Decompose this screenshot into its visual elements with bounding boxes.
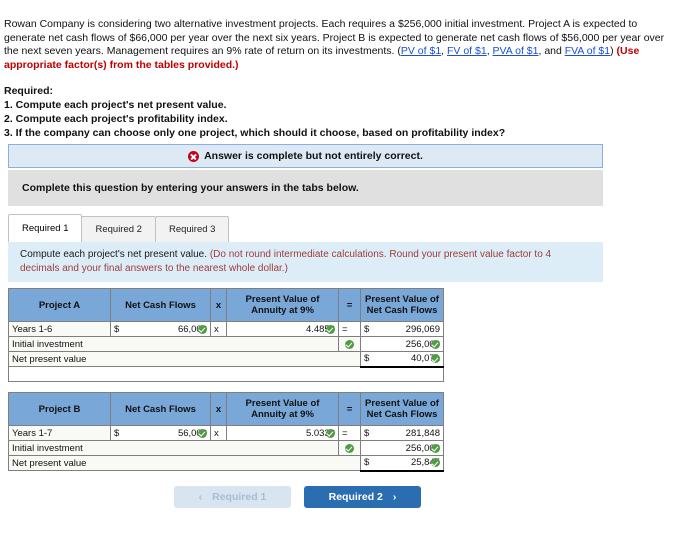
cell-equals-operator: = [338, 321, 361, 337]
currency-symbol: $ [364, 323, 370, 335]
row-label-years: Years 1-7 [8, 425, 111, 441]
cell-times-operator: x [210, 321, 227, 337]
pv-net-cash-flows-value: 281,848 [405, 427, 440, 439]
answer-status-banner: Answer is complete but not entirely corr… [8, 144, 603, 168]
required-list: Required: 1. Compute each project's net … [4, 84, 670, 140]
currency-symbol: $ [364, 457, 370, 469]
correct-check-icon [431, 443, 440, 453]
cell-times-operator: x [210, 425, 227, 441]
table-row: Years 1-7 $56,000 x 5.0330 = $281,848 [8, 425, 444, 441]
header-times: x [210, 392, 227, 426]
tab-required-2-label: Required 2 [95, 224, 142, 235]
instruction-band-text: Complete this question by entering your … [22, 182, 359, 194]
header-times: x [210, 288, 227, 322]
instruction-band: Complete this question by entering your … [8, 170, 603, 206]
table-row: Net present value $40,071 [8, 351, 444, 368]
project-b-table: Project B Net Cash Flows x Present Value… [8, 392, 444, 472]
tab-required-1-label: Required 1 [22, 223, 69, 234]
required-item-1: 1. Compute each project's net present va… [4, 99, 227, 111]
cell-initial-investment-value[interactable]: 256,000 [360, 440, 444, 456]
tab-required-2[interactable]: Required 2 [81, 216, 156, 242]
cell-equals-operator: = [338, 425, 361, 441]
required-item-3: 3. If the company can choose only one pr… [4, 127, 506, 139]
next-required-label: Required 2 [328, 491, 383, 503]
table-header-row: Project B Net Cash Flows x Present Value… [8, 392, 444, 426]
cell-initial-investment-value[interactable]: 256,000 [360, 336, 444, 352]
answer-status-text: Answer is complete but not entirely corr… [204, 150, 423, 162]
cell-initial-investment-status [338, 440, 361, 456]
cell-net-cash-flows[interactable]: $56,000 [110, 425, 211, 441]
cell-initial-investment-status [338, 336, 361, 352]
tab-instructions: Compute each project's net present value… [8, 242, 603, 282]
header-project-a: Project A [8, 288, 111, 322]
row-label-initial-investment: Initial investment [8, 336, 339, 352]
chevron-right-icon: › [392, 491, 397, 503]
previous-required-label: Required 1 [212, 491, 267, 503]
problem-statement: Rowan Company is considering two alterna… [4, 18, 670, 72]
correct-check-icon [198, 324, 207, 334]
correct-check-icon [326, 324, 335, 334]
tab-required-3-label: Required 3 [168, 224, 216, 235]
correct-check-icon [345, 339, 354, 349]
link-pv-of-1[interactable]: PV of $1 [401, 45, 441, 57]
header-project-b: Project B [8, 392, 111, 426]
tab-required-1[interactable]: Required 1 [8, 214, 83, 242]
link-pva-of-1[interactable]: PVA of $1 [493, 45, 539, 57]
header-pv-annuity: Present Value of Annuity at 9% [226, 288, 339, 322]
row-label-initial-investment: Initial investment [8, 440, 339, 456]
correct-check-icon [345, 443, 354, 453]
cell-pv-annuity-factor[interactable]: 5.0330 [226, 425, 339, 441]
header-pv-net-cash-flows: Present Value of Net Cash Flows [360, 392, 444, 426]
currency-symbol: $ [364, 353, 370, 365]
currency-symbol: $ [114, 427, 120, 439]
table-row: Net present value $25,845 [8, 455, 444, 472]
required-heading: Required: [4, 85, 54, 97]
table-row: Initial investment 256,000 [8, 336, 444, 352]
table-row: Years 1-6 $66,000 x 4.4859 = $296,069 [8, 321, 444, 337]
question-page: Rowan Company is considering two alterna… [0, 0, 678, 547]
header-net-cash-flows: Net Cash Flows [110, 288, 211, 322]
correct-check-icon [326, 428, 335, 438]
currency-symbol: $ [364, 427, 370, 439]
tab-required-3[interactable]: Required 3 [154, 216, 230, 242]
link-fva-of-1[interactable]: FVA of $1 [565, 45, 610, 57]
row-label-net-present-value: Net present value [8, 455, 361, 471]
table-spacer-row [8, 366, 444, 382]
cell-pv-net-cash-flows: $281,848 [360, 425, 444, 441]
header-net-cash-flows: Net Cash Flows [110, 392, 211, 426]
chevron-left-icon: ‹ [198, 491, 203, 503]
previous-required-button[interactable]: ‹ Required 1 [174, 486, 291, 508]
cell-net-present-value[interactable]: $25,845 [360, 455, 444, 472]
correct-check-icon [198, 428, 207, 438]
required-item-2: 2. Compute each project's profitability … [4, 113, 228, 125]
header-pv-net-cash-flows: Present Value of Net Cash Flows [360, 288, 444, 322]
project-a-table: Project A Net Cash Flows x Present Value… [8, 288, 444, 382]
cell-pv-net-cash-flows: $296,069 [360, 321, 444, 337]
correct-check-icon [431, 339, 440, 349]
header-equals: = [338, 392, 361, 426]
header-equals: = [338, 288, 361, 322]
row-label-net-present-value: Net present value [8, 351, 361, 367]
cell-pv-annuity-factor[interactable]: 4.4859 [226, 321, 339, 337]
spacer-cell [8, 366, 444, 382]
cell-net-present-value[interactable]: $40,071 [360, 351, 444, 368]
tab-instructions-prompt: Compute each project's net present value… [20, 249, 208, 260]
pv-net-cash-flows-value: 296,069 [405, 323, 440, 335]
table-row: Initial investment 256,000 [8, 440, 444, 456]
requirement-tabs: Required 1 Required 2 Required 3 [8, 214, 603, 242]
link-fv-of-1[interactable]: FV of $1 [447, 45, 487, 57]
sep-3: , and [538, 45, 565, 57]
next-required-button[interactable]: Required 2 › [304, 486, 421, 508]
currency-symbol: $ [114, 323, 120, 335]
row-label-years: Years 1-6 [8, 321, 111, 337]
cell-net-cash-flows[interactable]: $66,000 [110, 321, 211, 337]
header-pv-annuity: Present Value of Annuity at 9% [226, 392, 339, 426]
error-circle-icon [188, 150, 200, 162]
table-header-row: Project A Net Cash Flows x Present Value… [8, 288, 444, 322]
